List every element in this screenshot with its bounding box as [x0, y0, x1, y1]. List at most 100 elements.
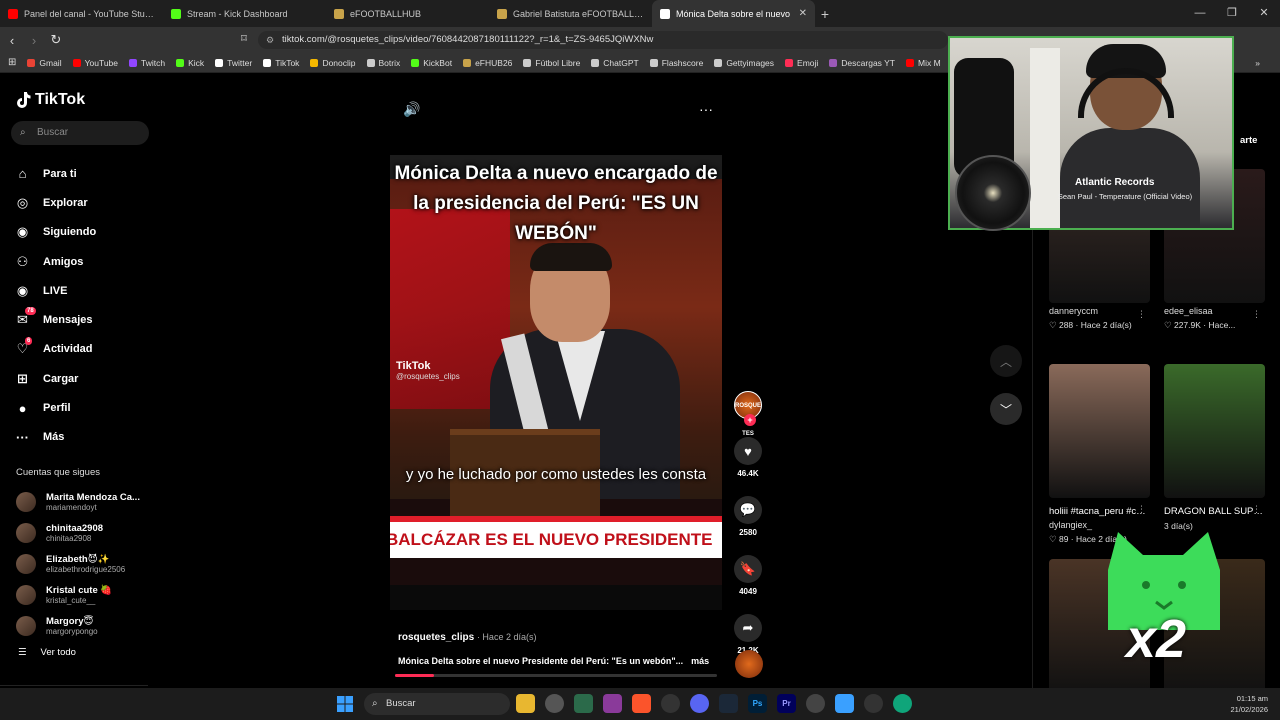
video-author[interactable]: rosquetes_clips — [398, 632, 474, 643]
music-disc-avatar[interactable] — [735, 650, 763, 678]
sidebar-item-m-s[interactable]: ··· Más — [14, 423, 96, 452]
photoshop-icon[interactable]: Ps — [748, 694, 767, 713]
tiktok-logo[interactable]: TikTok — [16, 91, 85, 109]
system-clock[interactable]: 01:15 am 21/02/2026 — [1230, 693, 1268, 715]
bookmark-item[interactable]: Twitter — [215, 58, 252, 68]
close-window-button[interactable]: ✕ — [1248, 0, 1280, 27]
panel-tab-label[interactable]: arte — [1240, 135, 1257, 146]
next-video-button[interactable]: ﹀ — [990, 393, 1022, 425]
card-username[interactable]: dylangiex_ — [1049, 520, 1150, 530]
bookmark-item[interactable]: Fútbol Libre — [523, 58, 580, 68]
sidebar-item-explorar[interactable]: ◎ Explorar — [14, 188, 96, 217]
notepad-icon[interactable] — [835, 694, 854, 713]
edge-icon[interactable] — [893, 694, 912, 713]
video-player[interactable]: Mónica Delta a nuevo encargado de la pre… — [390, 155, 722, 610]
reload-icon[interactable]: ↻ — [46, 32, 66, 48]
comment-icon[interactable]: 💬 — [734, 496, 762, 524]
creator-avatar[interactable]: ROSQUE TES + — [734, 391, 762, 437]
following-item[interactable]: Margory😇 margorypongo — [16, 610, 140, 641]
card-username[interactable]: edee_elisaa — [1164, 306, 1265, 316]
url-field[interactable]: ⚙ tiktok.com/@rosquetes_clips/video/7608… — [258, 31, 948, 49]
more-link[interactable]: más — [691, 656, 709, 666]
bookmark-item[interactable]: Emoji — [785, 58, 818, 68]
gear-icon[interactable] — [806, 694, 825, 713]
bookmark-item[interactable]: Gmail — [27, 58, 62, 68]
bookmark-item[interactable]: Descargas YT — [829, 58, 895, 68]
video-thumbnail[interactable] — [1164, 364, 1265, 498]
home-icon: ⌂ — [18, 166, 27, 182]
following-item[interactable]: Kristal cute 🍓 kristal_cute__ — [16, 579, 140, 610]
sidebar-item-perfil[interactable]: ● Perfil — [14, 393, 96, 422]
sidebar-item-siguiendo[interactable]: ◉ Siguiendo — [14, 218, 96, 247]
bookmark-item[interactable]: eFHUB26 — [463, 58, 512, 68]
sidebar-item-live[interactable]: ◉ LIVE — [14, 276, 96, 305]
card-menu-icon[interactable]: ⋮ — [1252, 504, 1261, 515]
discord-icon[interactable] — [690, 694, 709, 713]
browser-tab[interactable]: Panel del canal - YouTube Studio — [0, 0, 163, 27]
share-icon[interactable]: ➦ — [734, 614, 762, 642]
bookmark-item[interactable]: ChatGPT — [591, 58, 639, 68]
bookmark-item[interactable]: Donoclip — [310, 58, 356, 68]
browser-tab[interactable]: Stream - Kick Dashboard — [163, 0, 326, 27]
app-icon[interactable] — [603, 694, 622, 713]
sidebar-item-amigos[interactable]: ⚇ Amigos — [14, 247, 96, 276]
following-item[interactable]: Elizabeth😈✨ elizabethrodrigue2506 — [16, 549, 140, 580]
youtube-studio-icon — [8, 8, 18, 19]
premiere-icon[interactable]: Pr — [777, 694, 796, 713]
bookmark-item[interactable]: KickBot — [411, 58, 452, 68]
card-menu-icon[interactable]: ⋮ — [1137, 309, 1146, 320]
compass-icon: ◎ — [16, 194, 29, 210]
brave-browser-icon[interactable] — [632, 694, 651, 713]
bookmark-item[interactable]: Gettyimages — [714, 58, 774, 68]
card-username[interactable]: danneryccm — [1049, 306, 1150, 316]
video-progress-bar[interactable] — [395, 674, 717, 677]
bookmark-item[interactable]: YouTube — [72, 58, 118, 68]
site-info-icon[interactable]: ⚙ — [266, 31, 274, 49]
see-all-link[interactable]: ☰ Ver todo — [18, 647, 76, 658]
bookmark-page-icon[interactable]: ⌑ — [234, 32, 254, 45]
restore-button[interactable]: ❐ — [1216, 0, 1248, 27]
comment-count: 2580 — [739, 528, 757, 537]
minimize-button[interactable]: — — [1184, 0, 1216, 27]
follow-plus-icon[interactable]: + — [744, 414, 756, 426]
bookmark-item[interactable]: Flashscore — [649, 58, 703, 68]
previous-video-button[interactable]: ︿ — [990, 345, 1022, 377]
more-options-icon[interactable]: ··· — [699, 101, 713, 118]
app-icon[interactable] — [574, 694, 593, 713]
new-tab-button[interactable]: + — [815, 6, 835, 22]
settings-app-icon[interactable] — [545, 694, 564, 713]
like-count: 46.4K — [737, 469, 759, 478]
video-thumbnail[interactable] — [1049, 364, 1150, 498]
forward-icon[interactable]: › — [24, 33, 44, 48]
sidebar-item-actividad[interactable]: ♡ 6 Actividad — [14, 335, 96, 364]
bookmark-item[interactable]: TikTok — [263, 58, 299, 68]
volume-icon[interactable]: 🔊 — [403, 101, 420, 118]
following-item[interactable]: chinitaa2908 chinitaa2908 — [16, 518, 140, 549]
bookmarks-overflow-icon[interactable]: » — [1255, 58, 1260, 68]
close-tab-icon[interactable]: ✕ — [799, 8, 807, 19]
sidebar-item-mensajes[interactable]: ✉ 78 Mensajes — [14, 305, 96, 334]
bookmark-item[interactable]: Botrix — [366, 58, 400, 68]
sidebar-item-para-ti[interactable]: ⌂ Para ti — [14, 159, 96, 188]
apps-grid-icon[interactable]: ⊞ — [8, 57, 16, 68]
browser-tab[interactable]: Mónica Delta sobre el nuevo ✕ — [652, 0, 815, 27]
save-icon[interactable]: 🔖 — [734, 555, 762, 583]
bookmark-item[interactable]: Mix M — [906, 58, 941, 68]
steam-icon[interactable] — [719, 694, 738, 713]
back-icon[interactable]: ‹ — [2, 33, 22, 48]
card-menu-icon[interactable]: ⋮ — [1137, 504, 1146, 515]
play-app-icon[interactable] — [864, 694, 883, 713]
media-app-icon[interactable] — [661, 694, 680, 713]
search-input[interactable]: ⌕ Buscar — [11, 121, 149, 145]
browser-tab[interactable]: Gabriel Batistuta eFOOTBALLHUB Jug — [489, 0, 652, 27]
bookmark-icon — [649, 58, 658, 67]
sidebar-item-cargar[interactable]: ⊞ Cargar — [14, 364, 96, 393]
bookmark-item[interactable]: Twitch — [129, 58, 165, 68]
windows-start-icon[interactable] — [337, 696, 353, 712]
browser-tab[interactable]: eFOOTBALLHUB — [326, 0, 489, 27]
card-menu-icon[interactable]: ⋮ — [1252, 309, 1261, 320]
following-item[interactable]: Marita Mendoza Ca... mariamendoyt — [16, 487, 140, 518]
bookmark-item[interactable]: Kick — [176, 58, 204, 68]
taskbar-search[interactable]: ⌕ Buscar — [364, 693, 510, 715]
file-explorer-icon[interactable] — [516, 694, 535, 713]
